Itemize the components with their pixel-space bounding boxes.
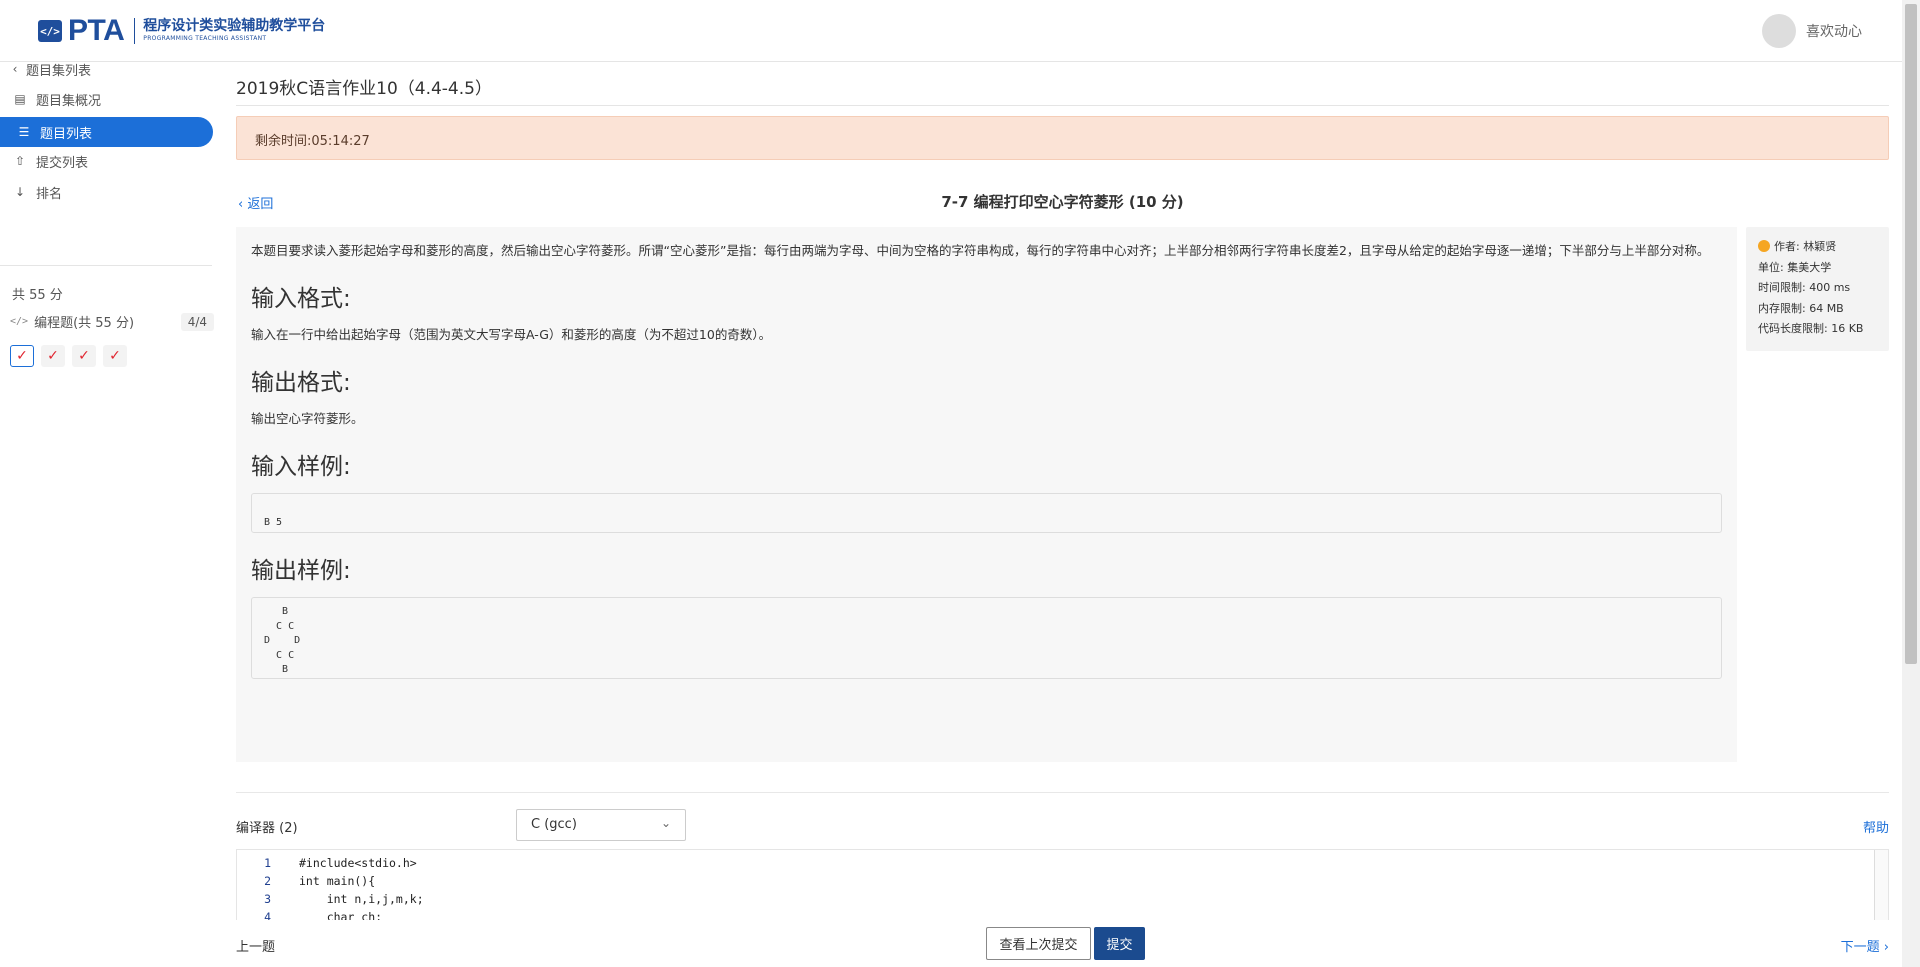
award-icon (1758, 240, 1770, 252)
description-text: 本题目要求读入菱形起始字母和菱形的高度，然后输出空心字符菱形。所谓“空心菱形”是… (251, 243, 1710, 258)
sidebar-divider (0, 265, 212, 266)
main-content: 2019秋C语言作业10（4.4-4.5） 剩余时间:05:14:27 7-7 … (236, 62, 1889, 967)
problem-title: 7-7 编程打印空心字符菱形 (10 分) (941, 193, 1184, 211)
user-menu[interactable]: 喜欢动心 (1762, 14, 1862, 48)
time-limit-text: 时间限制: 400 ms (1758, 281, 1851, 294)
sidebar-item-problem-list[interactable]: ☰ 题目列表 (0, 117, 213, 147)
chevron-right-icon: › (1883, 940, 1889, 955)
problem-description: 本题目要求读入菱形起始字母和菱形的高度，然后输出空心字符菱形。所谓“空心菱形”是… (236, 227, 1737, 762)
line-number: 2 (264, 874, 271, 888)
sidebar-item-ranking[interactable]: ↓ 排名 (12, 177, 62, 207)
list-icon: ☰ (18, 125, 30, 139)
sidebar-item-submissions[interactable]: ⇧ 提交列表 (12, 146, 88, 176)
author-row: 作者: 林颖贤 (1758, 237, 1877, 258)
view-last-submission-button[interactable]: 查看上次提交 (986, 927, 1091, 960)
problem-category-programming[interactable]: </> 编程题(共 55 分) 4/4 (10, 312, 214, 331)
logo-subtitle: 程序设计类实验辅助教学平台 PROGRAMMING TEACHING ASSIS… (143, 18, 325, 44)
problem-status-list: ✓ ✓ ✓ ✓ (10, 345, 134, 367)
back-link[interactable]: ‹ 返回 (238, 193, 273, 212)
sample-input-heading: 输入样例: (251, 454, 351, 480)
sort-icon: ↓ (14, 185, 26, 199)
compiler-label: 编译器 (2) (236, 821, 298, 836)
chevron-left-icon: ‹ (238, 197, 244, 212)
sample-input-block: B 5 (251, 493, 1722, 533)
logo-code-icon: </> (38, 20, 62, 42)
remaining-time-banner: 剩余时间:05:14:27 (236, 116, 1889, 160)
code-limit-text: 代码长度限制: 16 KB (1758, 322, 1864, 335)
input-format-text: 输入在一行中给出起始字母（范围为英文大写字母A-G）和菱形的高度（为不超过10的… (251, 327, 772, 342)
sidebar-item-label: 排名 (36, 186, 63, 202)
sidebar-item-label: 题目集概况 (36, 93, 102, 109)
logo-separator (134, 18, 136, 44)
code-line[interactable]: 3 int n,i,j,m,k; (237, 890, 1888, 908)
chevron-left-icon: ‹ (12, 62, 18, 76)
sidebar-item-overview[interactable]: ▤ 题目集概况 (12, 84, 101, 114)
problem-status-check[interactable]: ✓ (72, 345, 96, 367)
output-format-text: 输出空心字符菱形。 (251, 411, 364, 426)
sidebar: ‹ 题目集列表 ▤ 题目集概况 ☰ 题目列表 ⇧ 提交列表 ↓ 排名 共 55 … (0, 62, 228, 967)
prev-problem-link[interactable]: 上一题 (236, 936, 275, 955)
bottom-action-bar: 上一题 查看上次提交 提交 下一题 › (236, 920, 1889, 967)
author-text: 作者: 林颖贤 (1774, 240, 1837, 253)
unit-text: 单位: 集美大学 (1758, 260, 1832, 274)
memory-limit-text: 内存限制: 64 MB (1758, 301, 1844, 315)
category-count-badge: 4/4 (180, 312, 214, 331)
avatar[interactable] (1762, 14, 1796, 48)
logo-cn-title: 程序设计类实验辅助教学平台 (143, 18, 326, 34)
compiler-select-value: C (gcc) (531, 817, 577, 832)
top-header: </> PTA 程序设计类实验辅助教学平台 PROGRAMMING TEACHI… (0, 0, 1902, 62)
line-source[interactable]: int n,i,j,m,k; (273, 890, 424, 908)
code-icon: </> (10, 316, 29, 327)
scrollbar-thumb[interactable] (1905, 4, 1917, 664)
sidebar-item-label: 题目集列表 (26, 63, 92, 79)
problem-status-check[interactable]: ✓ (103, 345, 127, 367)
code-line[interactable]: 1 #include<stdio.h> (237, 854, 1888, 872)
problem-set-title: 2019秋C语言作业10（4.4-4.5） (236, 79, 492, 99)
line-number: 1 (264, 856, 271, 870)
problem-meta-panel: 作者: 林颖贤 单位: 集美大学 时间限制: 400 ms 内存限制: 64 M… (1746, 227, 1889, 351)
line-number: 3 (264, 892, 271, 906)
sample-output-block: B C C D D C C B (251, 597, 1722, 679)
chevron-down-icon: ⌄ (660, 816, 671, 830)
problem-status-check[interactable]: ✓ (41, 345, 65, 367)
category-label: 编程题(共 55 分) (34, 316, 135, 331)
sidebar-back-to-sets[interactable]: ‹ 题目集列表 (10, 54, 91, 84)
pta-logo[interactable]: </> PTA 程序设计类实验辅助教学平台 PROGRAMMING TEACHI… (38, 14, 325, 48)
sample-output-heading: 输出样例: (251, 558, 351, 584)
user-name[interactable]: 喜欢动心 (1806, 21, 1862, 41)
sidebar-item-label: 提交列表 (36, 155, 89, 171)
line-source[interactable]: int main(){ (273, 872, 375, 890)
input-format-heading: 输入格式: (251, 286, 351, 312)
title-divider (236, 105, 1889, 106)
back-link-label: 返回 (247, 197, 274, 212)
compiler-select[interactable]: C (gcc) ⌄ (516, 809, 686, 841)
problem-status-check[interactable]: ✓ (10, 345, 34, 367)
page-scrollbar[interactable] (1902, 0, 1920, 967)
sidebar-item-label: 题目列表 (40, 126, 93, 142)
section-divider (236, 792, 1889, 793)
upload-icon: ⇧ (14, 154, 26, 168)
line-source[interactable]: #include<stdio.h> (273, 854, 417, 872)
next-problem-label: 下一题 (1840, 940, 1880, 955)
book-icon: ▤ (14, 92, 26, 106)
output-format-heading: 输出格式: (251, 370, 351, 396)
submit-button[interactable]: 提交 (1094, 927, 1145, 960)
logo-en-title: PROGRAMMING TEACHING ASSISTANT (143, 35, 267, 42)
next-problem-link[interactable]: 下一题 › (1841, 936, 1889, 955)
total-score: 共 55 分 (12, 288, 63, 303)
logo-text: PTA (68, 14, 125, 47)
help-link[interactable]: 帮助 (1863, 817, 1889, 836)
code-line[interactable]: 2 int main(){ (237, 872, 1888, 890)
